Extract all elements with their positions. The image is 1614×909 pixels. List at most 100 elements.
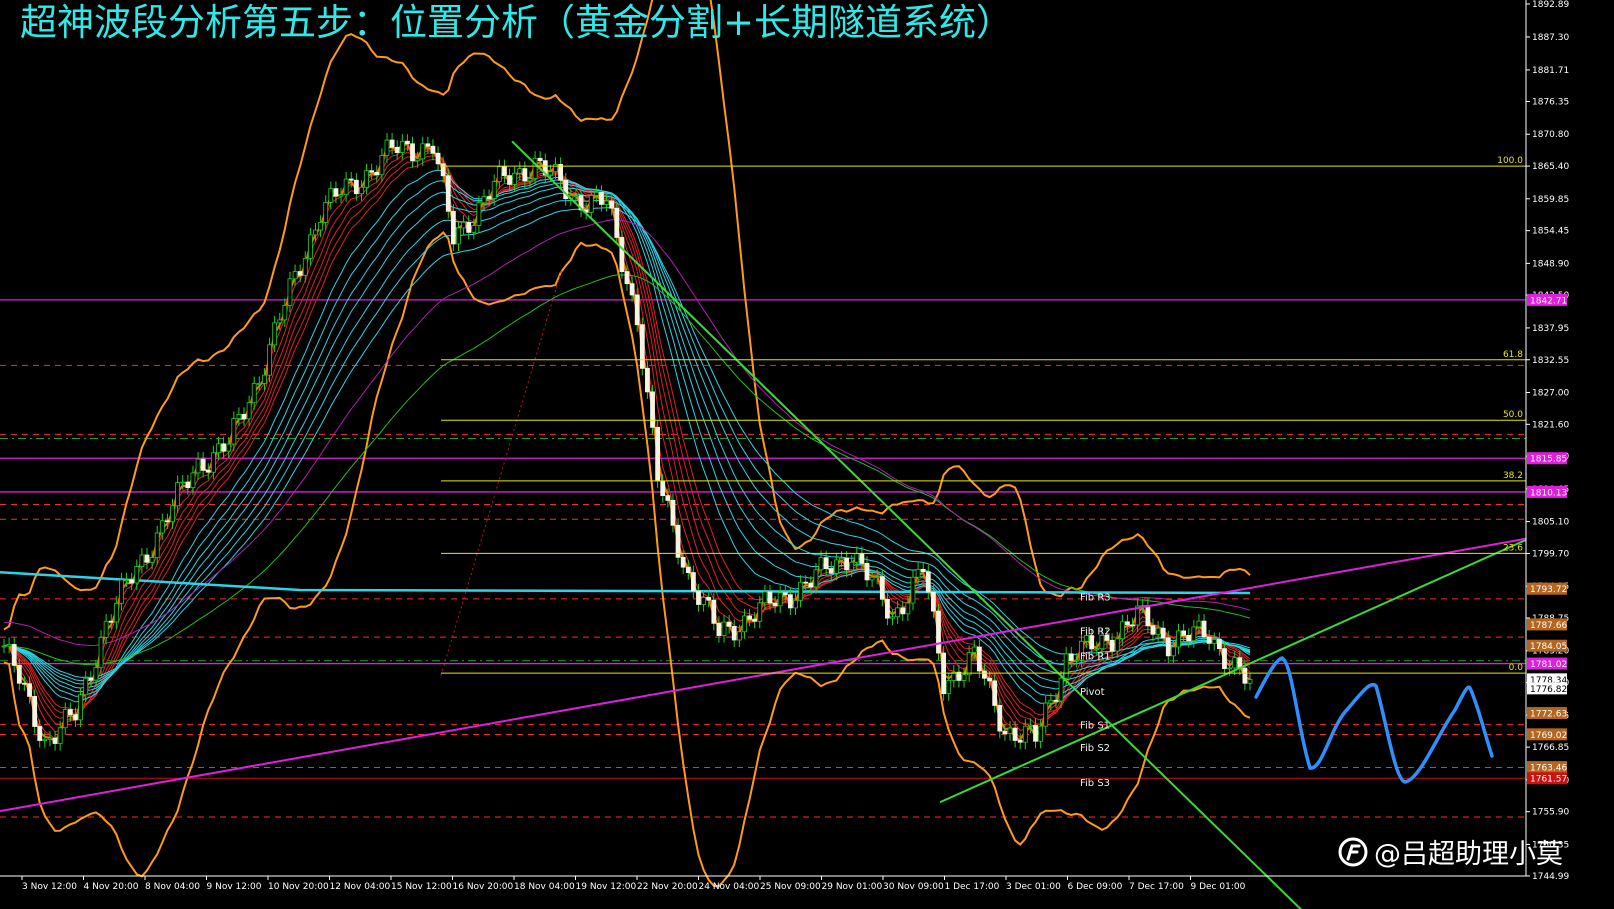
candle-body bbox=[384, 139, 390, 156]
candle-body bbox=[685, 566, 691, 574]
candle-body bbox=[721, 621, 727, 636]
price-tick-label: 1827.00 bbox=[1532, 388, 1569, 398]
candle-body bbox=[604, 200, 609, 205]
candle-body bbox=[1028, 725, 1033, 727]
candle-body bbox=[910, 576, 916, 604]
candle-body bbox=[47, 737, 53, 740]
candle-body bbox=[78, 694, 83, 721]
candle-body bbox=[134, 566, 140, 584]
price-tick-label: 1837.95 bbox=[1532, 324, 1569, 334]
candle-body bbox=[205, 469, 211, 473]
candle-body bbox=[716, 622, 722, 636]
candle-body bbox=[1181, 630, 1187, 636]
candle-body bbox=[609, 200, 615, 209]
candle-body bbox=[353, 179, 359, 195]
time-tick-label: 3 Nov 12:00 bbox=[22, 882, 77, 892]
candle-body bbox=[813, 569, 819, 588]
price-chart[interactable]: 100.061.850.038.223.60.0 Fib R3Fib R2Fib… bbox=[0, 0, 1614, 909]
price-tag-label: 1810.13 bbox=[1530, 488, 1567, 498]
candle-body bbox=[757, 602, 763, 622]
candle-body bbox=[42, 738, 48, 741]
candle-body bbox=[62, 709, 68, 729]
candle-body bbox=[113, 602, 119, 623]
time-tick-label: 30 Nov 09:00 bbox=[883, 882, 944, 892]
candle-body bbox=[793, 599, 798, 609]
candle-body bbox=[742, 615, 747, 633]
candle-body bbox=[22, 682, 27, 685]
candle-body bbox=[144, 554, 150, 563]
candle-body bbox=[1216, 639, 1222, 650]
candle-body bbox=[639, 324, 645, 369]
price-tag-label: 1842.71 bbox=[1530, 296, 1567, 306]
candle-body bbox=[195, 458, 201, 474]
price-tag-label: 1761.57 bbox=[1530, 775, 1567, 785]
toutiao-logo-icon bbox=[1338, 837, 1368, 866]
time-axis[interactable]: 3 Nov 12:00 4 Nov 20:00 8 Nov 04:00 9 Nov 1… bbox=[0, 875, 1526, 892]
candle-body bbox=[1022, 725, 1028, 743]
candle-body bbox=[1002, 730, 1008, 735]
page-title: 超神波段分析第五步：位置分析（黄金分割+长期隧道系统） bbox=[20, 1, 1014, 44]
candle-body bbox=[1191, 626, 1197, 642]
candle-body bbox=[486, 196, 492, 200]
candle-body bbox=[772, 602, 778, 607]
candle-body bbox=[726, 621, 732, 627]
candle-body bbox=[466, 221, 472, 233]
candle-body bbox=[731, 625, 737, 641]
candle-body bbox=[1012, 727, 1018, 741]
candle-body bbox=[83, 677, 89, 696]
price-tick-label: 1848.90 bbox=[1532, 259, 1569, 269]
time-tick-label: 1 Dec 17:00 bbox=[945, 882, 1000, 892]
candle-body bbox=[108, 620, 114, 623]
candle-body bbox=[323, 202, 329, 223]
fib-level-label: 0.0 bbox=[1509, 663, 1524, 673]
trend-lines bbox=[0, 140, 1527, 909]
candle-body bbox=[507, 175, 512, 185]
candle-body bbox=[318, 222, 324, 231]
candle-body bbox=[1033, 725, 1038, 742]
price-tag-label: 1781.02 bbox=[1530, 660, 1567, 670]
price-axis[interactable]: 1892.89 1887.30 1881.71 1876.35 1870.80 1865.… bbox=[1525, 0, 1569, 882]
price-tick-label: 1865.40 bbox=[1532, 162, 1569, 172]
candle-body bbox=[874, 576, 880, 579]
candle-body bbox=[98, 636, 104, 669]
candle-body bbox=[313, 229, 318, 236]
candle-body bbox=[696, 590, 701, 605]
candle-body bbox=[1125, 621, 1130, 626]
candle-body bbox=[553, 164, 558, 173]
channel-line bbox=[0, 537, 1527, 813]
candle-body bbox=[1150, 625, 1156, 635]
candle-body bbox=[67, 709, 73, 716]
candle-body bbox=[690, 572, 696, 592]
candle-body bbox=[154, 532, 160, 559]
candle-body bbox=[292, 271, 298, 280]
candle-body bbox=[1171, 646, 1176, 657]
candle-body bbox=[808, 582, 814, 588]
candle-body bbox=[430, 145, 436, 154]
red-ema-line bbox=[3, 158, 1251, 716]
candle-body bbox=[11, 644, 17, 666]
candle-body bbox=[175, 482, 181, 507]
candle-body bbox=[869, 576, 875, 581]
candle-body bbox=[37, 726, 43, 741]
candle-body bbox=[1063, 653, 1069, 679]
candle-body bbox=[992, 680, 998, 706]
candle-body bbox=[1109, 639, 1115, 652]
candle-body bbox=[119, 579, 124, 604]
candle-body bbox=[221, 443, 226, 452]
price-tick-label: 1799.70 bbox=[1532, 549, 1569, 559]
candle-body bbox=[1165, 637, 1171, 657]
candle-body bbox=[1053, 699, 1059, 702]
price-tick-label: 1766.85 bbox=[1532, 743, 1569, 753]
price-tag-label: 1784.05 bbox=[1530, 642, 1567, 652]
candle-body bbox=[348, 178, 354, 181]
candle-body bbox=[946, 680, 952, 695]
price-tick-label: 1870.80 bbox=[1532, 130, 1569, 140]
candle-body bbox=[1155, 627, 1161, 635]
candle-body bbox=[1232, 657, 1238, 669]
candle-body bbox=[936, 610, 941, 654]
price-tag-label: 1776.82 bbox=[1530, 685, 1567, 695]
candle-body bbox=[420, 143, 426, 160]
candle-body bbox=[1206, 636, 1212, 644]
candle-body bbox=[788, 594, 793, 609]
candle-body bbox=[496, 166, 502, 182]
